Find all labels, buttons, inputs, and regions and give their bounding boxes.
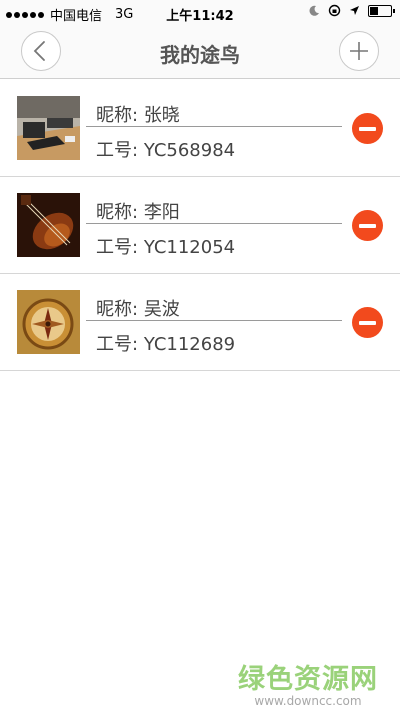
nickname-row: 昵称: 李阳 xyxy=(86,198,342,224)
nickname-row: 昵称: 张晓 xyxy=(86,101,342,127)
list-item[interactable]: 昵称: 吴波 工号: YC112689 xyxy=(0,274,400,371)
plus-icon xyxy=(350,42,368,60)
battery-icon xyxy=(368,4,395,17)
employee-id-label: 工号: xyxy=(96,334,139,355)
navigation-bar: 我的途鸟 xyxy=(0,26,400,79)
nickname-label: 昵称: xyxy=(96,299,139,320)
nickname-value: 张晓 xyxy=(143,105,180,126)
remove-member-button[interactable] xyxy=(352,113,383,144)
nickname-value: 吴波 xyxy=(143,299,180,320)
employee-id-value: YC112054 xyxy=(143,237,236,258)
watermark-url: www.downcc.com xyxy=(254,694,362,708)
compass-photo-icon xyxy=(17,290,80,354)
employee-id-value: YC112689 xyxy=(143,334,236,355)
status-bar: 中国电信 3G 上午11:42 xyxy=(0,0,400,26)
minus-icon xyxy=(359,126,376,131)
moon-icon xyxy=(309,5,319,16)
nickname-label: 昵称: xyxy=(96,105,139,126)
employee-id-row: 工号: YC112689 xyxy=(96,330,235,356)
minus-icon xyxy=(359,320,376,325)
watermark: 绿色资源网 www.downcc.com xyxy=(238,657,378,708)
add-member-button[interactable] xyxy=(339,31,379,71)
minus-icon xyxy=(359,223,376,228)
member-avatar xyxy=(17,290,80,354)
employee-id-label: 工号: xyxy=(96,140,139,161)
list-item[interactable]: 昵称: 张晓 工号: YC568984 xyxy=(0,80,400,177)
remove-member-button[interactable] xyxy=(352,210,383,241)
nickname-value: 李阳 xyxy=(143,202,180,223)
employee-id-label: 工号: xyxy=(96,237,139,258)
member-list: 昵称: 张晓 工号: YC568984 昵称: 李阳 工号: YC112054 … xyxy=(0,80,400,371)
nickname-label: 昵称: xyxy=(96,202,139,223)
employee-id-value: YC568984 xyxy=(143,140,236,161)
employee-id-row: 工号: YC112054 xyxy=(96,233,235,259)
list-item[interactable]: 昵称: 李阳 工号: YC112054 xyxy=(0,177,400,274)
member-avatar xyxy=(17,193,80,257)
nickname-row: 昵称: 吴波 xyxy=(86,295,342,321)
watermark-title: 绿色资源网 xyxy=(238,664,378,695)
orientation-lock-icon xyxy=(328,4,341,17)
remove-member-button[interactable] xyxy=(352,307,383,338)
violin-photo-icon xyxy=(17,193,80,257)
employee-id-row: 工号: YC568984 xyxy=(96,136,235,162)
location-arrow-icon xyxy=(350,6,359,15)
desk-photo-icon xyxy=(17,96,80,160)
member-avatar xyxy=(17,96,80,160)
